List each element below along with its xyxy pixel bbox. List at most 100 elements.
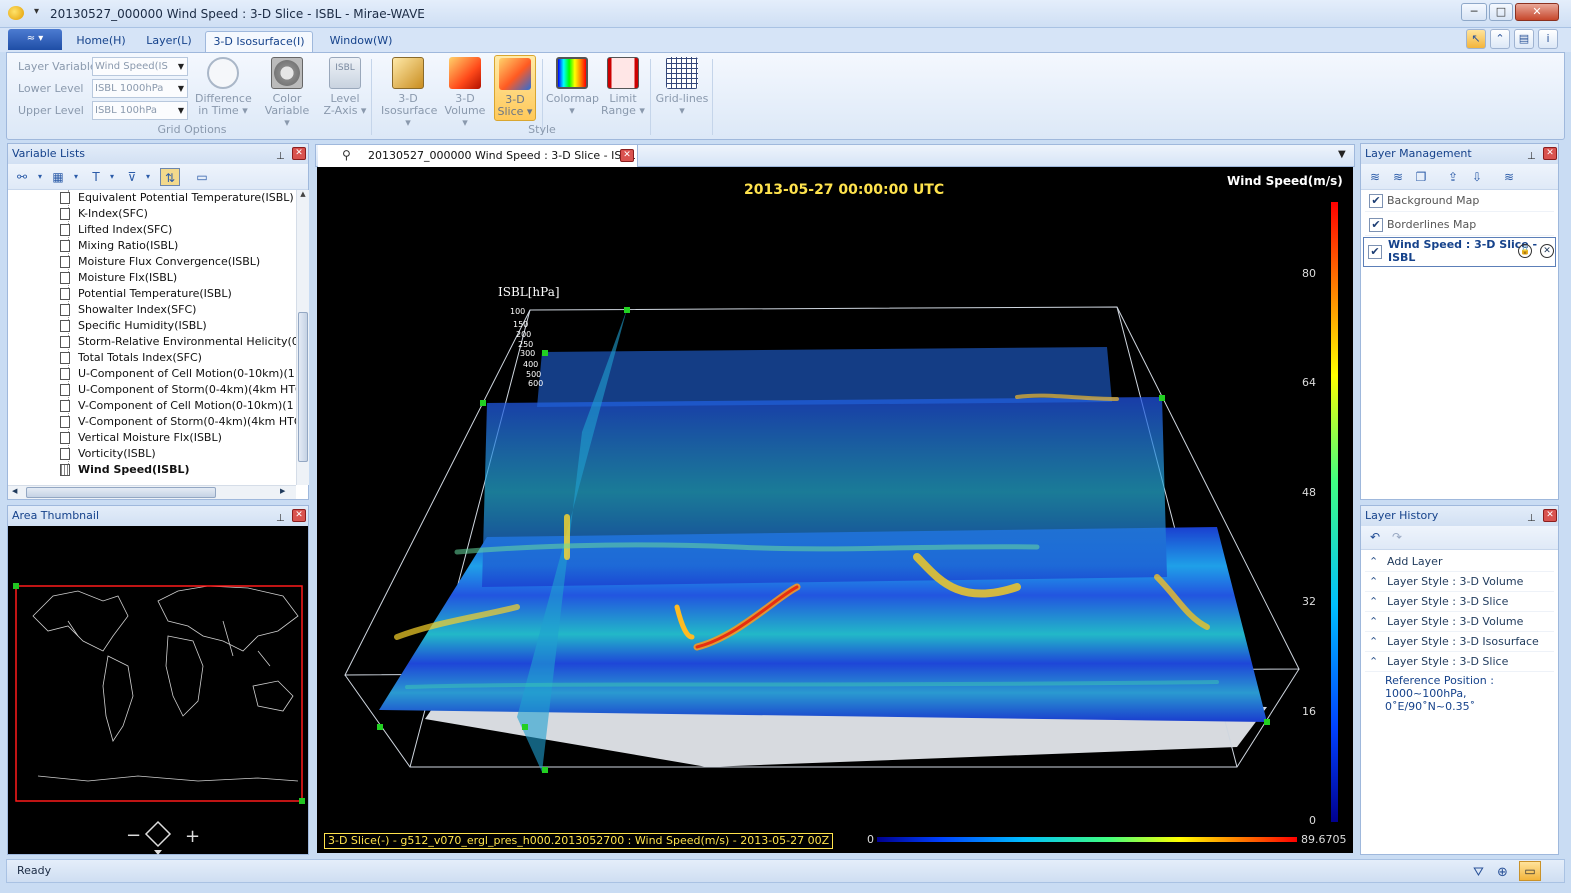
lower-level-select[interactable]: ISBL 1000hPa ▼ [92,79,188,98]
selection-rectangle[interactable] [15,585,303,802]
list-item[interactable]: V-Component of Storm(0-4km)(4km HTG [60,414,296,430]
document-icon [60,256,70,268]
pan-icon[interactable] [144,820,172,848]
layer-visibility-checkbox[interactable]: ✔ [1369,194,1383,208]
remove-icon[interactable]: ✕ [1540,244,1554,258]
info-icon[interactable]: i [1538,29,1558,49]
map-mode-icon[interactable]: ▭ [1519,861,1541,881]
layer-visibility-checkbox[interactable]: ✔ [1368,245,1382,259]
history-item[interactable]: ⌃ Layer Style : 3-D Volume [1365,612,1554,632]
chevron-down-icon[interactable]: ▾ [102,168,122,186]
tab-window[interactable]: Window(W) [320,31,402,52]
scrollbar-thumb[interactable] [26,487,216,498]
options-icon[interactable]: ▤ [1514,29,1534,49]
list-item-selected[interactable]: Wind Speed(ISBL) [60,462,190,478]
document-tab[interactable]: ⚲ 20130527_000000 Wind Speed : 3-D Slice… [318,145,638,167]
grid-lines-button[interactable]: Grid-lines ▾ [655,57,709,117]
scrollbar-thumb[interactable] [298,312,308,462]
3d-slice-button[interactable]: 3-D Slice ▾ [494,55,536,121]
scroll-left-icon[interactable]: ◀ [12,487,17,495]
vertical-scrollbar[interactable]: ▲ [296,190,309,485]
add-layer-icon[interactable]: ≋ [1388,168,1408,186]
history-item[interactable]: ⌃ Layer Style : 3-D Volume [1365,572,1554,592]
list-item[interactable]: Showalter Index(SFC) [60,302,196,318]
history-item[interactable]: ⌃ Layer Style : 3-D Slice [1365,652,1554,672]
sort-icon[interactable]: ⇅ [160,168,180,186]
pointer-mode-icon[interactable]: ↖ [1466,29,1486,49]
close-icon[interactable]: ✕ [1543,147,1557,160]
history-item[interactable]: ⌃ Layer Style : 3-D Isosurface [1365,632,1554,652]
redo-icon[interactable]: ↷ [1387,528,1407,546]
move-up-icon[interactable]: ⇪ [1443,168,1463,186]
application-menu-button[interactable]: ≈ ▾ [8,29,62,50]
maximize-button[interactable]: □ [1489,3,1513,21]
layer-item-background-map[interactable]: ✔ Background Map [1365,190,1554,212]
layer-visibility-checkbox[interactable]: ✔ [1369,218,1383,232]
scroll-up-icon[interactable]: ▲ [297,190,309,198]
list-item[interactable]: U-Component of Cell Motion(0-10km)(1 [60,366,295,382]
horizontal-scrollbar[interactable]: ◀ ▶ [8,485,296,499]
collapse-ribbon-icon[interactable]: ⌃ [1490,29,1510,49]
quick-access-dropdown-icon[interactable]: ▾ [34,6,39,17]
scroll-right-icon[interactable]: ▶ [280,487,285,495]
list-item[interactable]: Moisture Flx(ISBL) [60,270,177,286]
close-icon[interactable]: ✕ [292,147,306,160]
undo-icon[interactable]: ↶ [1365,528,1385,546]
navigation-icon[interactable]: ⛛ [1473,862,1484,884]
colorbar-tick: 64 [1302,376,1316,389]
list-item[interactable]: Vertical Moisture Flx(ISBL) [60,430,222,446]
chevron-down-icon[interactable]: ▾ [138,168,158,186]
layer-item-wind-speed[interactable]: ✔ Wind Speed : 3-D Slice - ISBL 🔒 ✕ [1363,237,1556,267]
limit-range-button[interactable]: Limit Range ▾ [599,57,647,117]
layer-variable-select[interactable]: Wind Speed(IS ▼ [92,57,188,76]
close-icon[interactable]: ✕ [292,509,306,522]
level-z-axis-button[interactable]: ISBL Level Z-Axis ▾ [321,57,369,117]
close-button[interactable]: ✕ [1515,3,1559,21]
color-variable-button[interactable]: Color Variable ▾ [263,57,311,129]
lock-icon[interactable]: 🔒 [1518,244,1532,258]
difference-in-time-button[interactable]: Difference in Time ▾ [195,57,252,117]
colormap-button[interactable]: Colormap ▾ [546,57,599,117]
list-item[interactable]: Potential Temperature(ISBL) [60,286,232,302]
chevron-down-icon[interactable]: ▾ [30,168,50,186]
list-item[interactable]: V-Component of Cell Motion(0-10km)(1 [60,398,294,414]
copy-layer-icon[interactable]: ❐ [1411,168,1431,186]
list-item[interactable]: Storm-Relative Environmental Helicity(0- [60,334,296,350]
list-item[interactable]: Lifted Index(SFC) [60,222,172,238]
close-icon[interactable]: ✕ [1543,509,1557,522]
tab-list-dropdown-icon[interactable]: ▼ [1338,149,1346,160]
3d-volume-button[interactable]: 3-D Volume ▾ [441,57,489,129]
thumbnail-map[interactable]: − + [8,526,308,856]
list-item[interactable]: U-Component of Storm(0-4km)(4km HTG [60,382,296,398]
remove-layer-icon[interactable]: ≋ [1499,168,1519,186]
move-down-icon[interactable]: ⇩ [1467,168,1487,186]
list-item[interactable]: K-Index(SFC) [60,206,148,222]
tab-home[interactable]: Home(H) [68,31,134,52]
list-item[interactable]: Total Totals Index(SFC) [60,350,202,366]
tab-layer[interactable]: Layer(L) [138,31,200,52]
3d-slice-scene[interactable] [317,167,1353,853]
history-item[interactable]: ⌃ Layer Style : 3-D Slice [1365,592,1554,612]
clear-list-icon[interactable]: ▭ [192,168,212,186]
close-tab-icon[interactable]: ✕ [620,149,634,162]
zoom-in-icon[interactable]: + [185,826,200,847]
3d-isosurface-button[interactable]: 3-D Isosurface ▾ [381,57,437,129]
list-item[interactable]: Vorticity(ISBL) [60,446,156,462]
list-item[interactable]: Specific Humidity(ISBL) [60,318,207,334]
tree-view-icon[interactable]: ⚯ [12,168,32,186]
app-icon[interactable] [8,6,24,20]
layer-item-borderlines-map[interactable]: ✔ Borderlines Map [1365,214,1554,236]
history-item[interactable]: ⌃ Add Layer [1365,552,1554,572]
list-item[interactable]: Moisture Flux Convergence(ISBL) [60,254,260,270]
list-item[interactable]: Equivalent Potential Temperature(ISBL) [60,190,294,206]
chevron-down-icon[interactable]: ▾ [66,168,86,186]
upper-level-select[interactable]: ISBL 100hPa ▼ [92,101,188,120]
map-viewport[interactable]: 2013-05-27 00:00:00 UTC Wind Speed(m/s) … [317,167,1353,853]
list-item[interactable]: Mixing Ratio(ISBL) [60,238,178,254]
zoom-out-icon[interactable]: − [126,825,141,846]
globe-icon[interactable]: ⊕ [1497,862,1508,884]
layers-icon[interactable]: ≋ [1365,168,1385,186]
tab-3d-isosurface[interactable]: 3-D Isosurface(I) [205,31,313,52]
minimize-button[interactable]: ─ [1461,3,1487,21]
group-icon[interactable]: ▦ [48,168,68,186]
